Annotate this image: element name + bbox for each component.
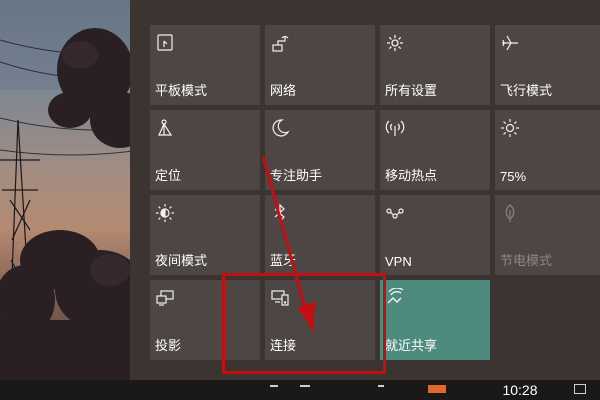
tile-battery-saver[interactable]: 节电模式 [495,195,600,275]
vpn-icon [385,203,405,223]
tray-app-icon[interactable] [428,385,446,393]
tile-label: 所有设置 [385,83,438,98]
gear-icon [385,33,405,53]
tile-vpn[interactable]: VPN [380,195,490,275]
tile-brightness[interactable]: 75% [495,110,600,190]
bluetooth-icon [270,203,290,223]
tile-label: 投影 [155,338,182,353]
night-light-icon [155,203,175,223]
tile-focus-assist[interactable]: 专注助手 [265,110,375,190]
tile-label: 节电模式 [500,253,553,268]
tile-connect[interactable]: 连接 [265,280,375,360]
tile-bluetooth[interactable]: 蓝牙 [265,195,375,275]
connect-icon [270,288,290,308]
tile-label: 定位 [155,168,182,183]
tile-label: 平板模式 [155,83,208,98]
tile-mobile-hotspot[interactable]: 移动热点 [380,110,490,190]
network-icon [270,33,290,53]
location-icon [155,118,175,138]
project-icon [155,288,175,308]
tile-tablet-mode[interactable]: 平板模式 [150,25,260,105]
hotspot-icon [385,118,405,138]
tile-label: 移动热点 [385,168,438,183]
airplane-icon [500,33,520,53]
taskbar: 10:28 [0,380,600,400]
tile-label: 网络 [270,83,297,98]
tile-nearby-sharing[interactable]: 就近共享 [380,280,490,360]
desktop-wallpaper [0,0,140,380]
tile-night-light[interactable]: 夜间模式 [150,195,260,275]
tile-label: 就近共享 [385,338,438,353]
taskbar-clock[interactable]: 10:28 [480,382,560,398]
tile-location[interactable]: 定位 [150,110,260,190]
tile-label: VPN [385,254,412,269]
nearby-sharing-icon [385,288,405,308]
tile-label: 飞行模式 [500,83,553,98]
tray-icon[interactable] [378,385,384,397]
tile-network[interactable]: 网络 [265,25,375,105]
tile-airplane-mode[interactable]: 飞行模式 [495,25,600,105]
tile-label: 75% [500,169,527,184]
tile-label: 夜间模式 [155,253,208,268]
tray-icon[interactable] [270,385,278,397]
quick-actions-grid: 平板模式 网络 所有设置 飞行模式 定位 专注助手 移动热点 75% 夜间模式 … [150,25,600,360]
battery-saver-icon [500,203,520,223]
moon-icon [270,118,290,138]
tile-label: 蓝牙 [270,253,297,268]
brightness-icon [500,118,520,138]
tile-label: 连接 [270,338,297,353]
action-center-panel: 平板模式 网络 所有设置 飞行模式 定位 专注助手 移动热点 75% 夜间模式 … [130,0,600,380]
tile-label: 专注助手 [270,168,323,183]
tile-project[interactable]: 投影 [150,280,260,360]
notification-icon[interactable] [574,384,586,394]
tray-icon[interactable] [300,385,310,397]
tablet-mode-icon [155,33,175,53]
tile-all-settings[interactable]: 所有设置 [380,25,490,105]
